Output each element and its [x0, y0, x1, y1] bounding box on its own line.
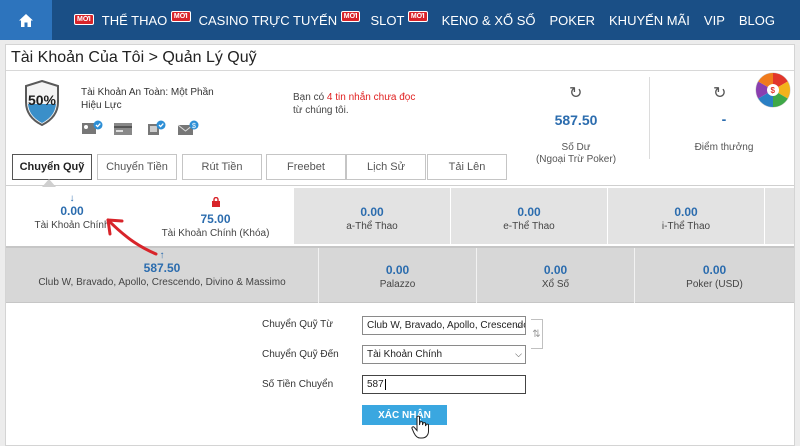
nav-vip[interactable]: VIP	[704, 13, 725, 28]
new-badge: MỚI	[74, 13, 94, 25]
verification-icons: $	[81, 120, 199, 136]
divider	[6, 70, 794, 71]
tab-history[interactable]: Lịch Sử	[346, 154, 426, 180]
swap-wallets-icon[interactable]: ⇅	[531, 319, 543, 349]
home-icon	[19, 13, 33, 27]
transfer-in-icon: ↓	[69, 193, 75, 204]
amount-input[interactable]: 587	[362, 375, 526, 394]
phone-verified-icon[interactable]	[145, 120, 167, 136]
fund-management-panel: Tài Khoản Của Tôi > Quản Lý Quỹ 50% Tài …	[5, 44, 795, 446]
tab-pointer-icon	[42, 179, 56, 187]
svg-text:$: $	[192, 123, 196, 130]
tab-deposit[interactable]: Chuyển Tiền	[97, 154, 177, 180]
text-cursor	[384, 379, 386, 390]
new-badge: MỚI	[170, 10, 191, 22]
balance-value: 587.50	[554, 112, 598, 128]
chevron-down-icon: ⌵	[515, 320, 522, 330]
wallet-lottery[interactable]: 0.00 Xổ Số	[477, 248, 634, 303]
unread-message-notice: Bạn có 4 tin nhắn chưa đọc từ chúng tôi.	[293, 92, 416, 116]
lock-icon	[211, 196, 220, 207]
card-icon[interactable]	[113, 120, 135, 136]
amount-label: Số Tiền Chuyển	[262, 379, 334, 390]
nav-keno-lottery[interactable]: KENO & XỔ SỐ	[442, 13, 536, 28]
new-badge: MỚI	[340, 10, 361, 22]
unread-messages-link[interactable]: 4 tin nhắn chưa đọc	[327, 92, 415, 103]
lucky-wheel-icon[interactable]: $	[755, 72, 791, 108]
tab-upload[interactable]: Tải Lên	[427, 154, 507, 180]
page-root: MỚI THỂ THAO MỚI CASINO TRỰC TUYẾN MỚI S…	[0, 0, 800, 446]
hand-cursor-icon	[411, 415, 429, 439]
nav-casino[interactable]: CASINO TRỰC TUYẾN MỚI	[199, 10, 361, 28]
from-wallet-select[interactable]: Club W, Bravado, Apollo, Crescendo, Divi…	[362, 316, 526, 335]
divider	[649, 77, 650, 159]
divider	[6, 185, 794, 186]
to-wallet-label: Chuyển Quỹ Đến	[262, 349, 339, 360]
from-wallet-label: Chuyển Quỹ Từ	[262, 319, 333, 330]
to-wallet-select[interactable]: Tài Khoản Chính ⌵	[362, 345, 526, 364]
refresh-balance-icon[interactable]: ↻	[569, 83, 582, 103]
tab-transfer-funds[interactable]: Chuyển Quỹ	[12, 154, 92, 180]
tab-freebet[interactable]: Freebet	[266, 154, 346, 180]
nav-promotions[interactable]: KHUYẾN MÃI	[609, 13, 690, 28]
wallet-poker-usd[interactable]: 0.00 Poker (USD)	[635, 248, 794, 303]
confirm-button[interactable]: XÁC NHẬN	[362, 405, 447, 425]
new-badge: MỚI	[407, 10, 428, 22]
points-value: -	[721, 111, 727, 127]
annotation-arrow-icon	[106, 218, 158, 256]
wallet-i-sports[interactable]: 0.00 i-Thể Thao	[608, 188, 764, 244]
nav-sports[interactable]: THỂ THAO MỚI	[102, 10, 191, 28]
home-button[interactable]	[0, 0, 52, 40]
chevron-down-icon: ⌵	[515, 349, 522, 359]
email-verified-icon[interactable]: $	[177, 120, 199, 136]
profile-verified-icon[interactable]	[81, 120, 103, 136]
nav-poker[interactable]: POKER	[550, 13, 596, 28]
wallet-e-sports[interactable]: 0.00 e-Thể Thao	[451, 188, 607, 244]
points-label: Điểm thưởng	[694, 142, 754, 153]
top-nav: MỚI THỂ THAO MỚI CASINO TRỰC TUYẾN MỚI S…	[0, 0, 800, 40]
wallet-row-filler	[765, 188, 794, 244]
nav-slot[interactable]: SLOT MỚI	[370, 10, 428, 28]
refresh-points-icon[interactable]: ↻	[713, 83, 726, 103]
wallet-palazzo[interactable]: 0.00 Palazzo	[319, 248, 476, 303]
wallet-a-sports[interactable]: 0.00 a-Thể Thao	[294, 188, 450, 244]
tab-withdraw[interactable]: Rút Tiền	[182, 154, 262, 180]
balance-label: Số Dư (Ngoại Trừ Poker)	[535, 142, 617, 165]
svg-text:$: $	[771, 86, 776, 95]
nav-blog[interactable]: BLOG	[739, 13, 775, 28]
security-status-text: Tài Khoản An Toàn: Một Phần Hiệu Lực	[81, 87, 214, 111]
breadcrumb: Tài Khoản Của Tôi > Quản Lý Quỹ	[11, 49, 257, 66]
security-percent: 50%	[27, 92, 57, 108]
